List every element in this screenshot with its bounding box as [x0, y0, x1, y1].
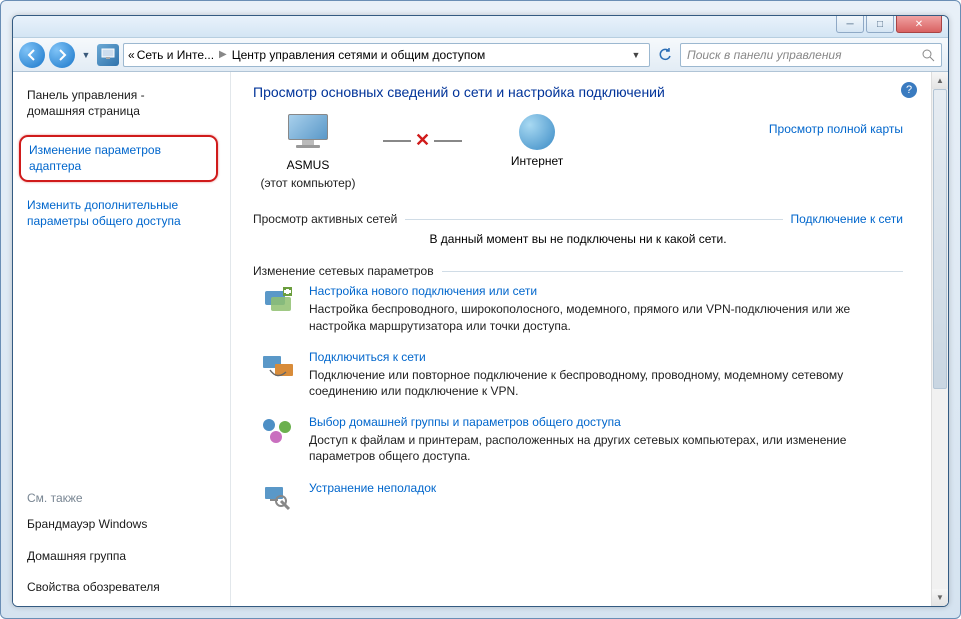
- option-desc: Настройка беспроводного, широкополосного…: [309, 301, 895, 333]
- breadcrumb-dropdown[interactable]: ▼: [627, 50, 645, 60]
- control-panel-window: ─ □ ✕ ▼ « Сеть и Инте... ▶ Центр управле…: [12, 15, 949, 607]
- sidebar-link-adapter-settings[interactable]: Изменение параметров адаптера: [19, 135, 218, 182]
- active-networks-header: Просмотр активных сетей Подключение к се…: [253, 212, 903, 226]
- no-connection-message: В данный момент вы не подключены ни к ка…: [253, 232, 903, 246]
- help-icon[interactable]: ?: [901, 82, 917, 98]
- option-homegroup-sharing[interactable]: Выбор домашней группы и параметров общег…: [261, 415, 895, 464]
- sidebar-home[interactable]: Панель управления - домашняя страница: [27, 88, 216, 119]
- vertical-scrollbar[interactable]: ▲ ▼: [931, 72, 948, 606]
- new-connection-icon: [261, 284, 295, 318]
- body: Панель управления - домашняя страница Из…: [13, 72, 948, 606]
- option-title[interactable]: Настройка нового подключения или сети: [309, 284, 895, 298]
- nav-history-dropdown[interactable]: ▼: [79, 42, 93, 68]
- arrow-left-icon: [26, 49, 38, 61]
- breadcrumb-seg-2[interactable]: Центр управления сетями и общим доступом: [232, 48, 486, 62]
- scroll-down-button[interactable]: ▼: [932, 589, 948, 606]
- refresh-icon: [658, 48, 672, 62]
- sidebar-link-sharing-settings[interactable]: Изменить дополнительные параметры общего…: [27, 198, 216, 229]
- option-desc: Доступ к файлам и принтерам, расположенн…: [309, 432, 895, 464]
- option-desc: Подключение или повторное подключение к …: [309, 367, 895, 399]
- option-title[interactable]: Выбор домашней группы и параметров общег…: [309, 415, 895, 429]
- breadcrumb-prefix: «: [128, 48, 135, 62]
- maximize-button[interactable]: □: [866, 16, 894, 33]
- scroll-up-button[interactable]: ▲: [932, 72, 948, 89]
- sidebar-see-also-header: См. также: [27, 491, 216, 505]
- connect-link[interactable]: Подключение к сети: [791, 212, 903, 226]
- forward-button[interactable]: [49, 42, 75, 68]
- search-icon: [921, 48, 935, 62]
- back-button[interactable]: [19, 42, 45, 68]
- connection-line: ✕: [383, 114, 462, 151]
- sidebar-link-homegroup[interactable]: Домашняя группа: [27, 549, 216, 565]
- arrow-right-icon: [56, 49, 68, 61]
- breadcrumb-seg-1[interactable]: Сеть и Инте...: [137, 48, 214, 62]
- globe-icon: [519, 114, 555, 150]
- breadcrumb[interactable]: « Сеть и Инте... ▶ Центр управления сетя…: [123, 43, 650, 67]
- network-node-internet: Интернет: [482, 114, 592, 168]
- sidebar-link-firewall[interactable]: Брандмауэр Windows: [27, 517, 216, 533]
- titlebar: ─ □ ✕: [13, 16, 948, 38]
- search-input[interactable]: Поиск в панели управления: [680, 43, 942, 67]
- computer-icon: [284, 114, 332, 154]
- network-node-pc: ASMUS (этот компьютер): [253, 114, 363, 190]
- homegroup-icon: [261, 415, 295, 449]
- search-placeholder: Поиск в панели управления: [687, 48, 842, 62]
- change-settings-header: Изменение сетевых параметров: [253, 264, 903, 278]
- address-bar: ▼ « Сеть и Инте... ▶ Центр управления се…: [13, 38, 948, 72]
- option-troubleshoot[interactable]: Устранение неполадок: [261, 481, 895, 515]
- troubleshoot-icon: [261, 481, 295, 515]
- chevron-right-icon: ▶: [216, 49, 230, 60]
- connect-network-icon: [261, 350, 295, 384]
- sidebar-link-browser-properties[interactable]: Свойства обозревателя: [27, 580, 216, 596]
- sidebar: Панель управления - домашняя страница Из…: [13, 72, 231, 606]
- page-title: Просмотр основных сведений о сети и наст…: [253, 84, 903, 100]
- scroll-thumb[interactable]: [933, 89, 947, 389]
- refresh-button[interactable]: [654, 48, 676, 62]
- disconnected-icon: ✕: [415, 130, 430, 151]
- scroll-track[interactable]: [932, 89, 948, 589]
- option-title[interactable]: Устранение неполадок: [309, 481, 895, 495]
- option-connect-network[interactable]: Подключиться к сети Подключение или повт…: [261, 350, 895, 399]
- close-button[interactable]: ✕: [896, 16, 942, 33]
- option-title[interactable]: Подключиться к сети: [309, 350, 895, 364]
- minimize-button[interactable]: ─: [836, 16, 864, 33]
- option-new-connection[interactable]: Настройка нового подключения или сети На…: [261, 284, 895, 333]
- full-map-link[interactable]: Просмотр полной карты: [769, 122, 903, 136]
- content-area: ? Просмотр основных сведений о сети и на…: [231, 72, 931, 606]
- control-panel-icon: [97, 44, 119, 66]
